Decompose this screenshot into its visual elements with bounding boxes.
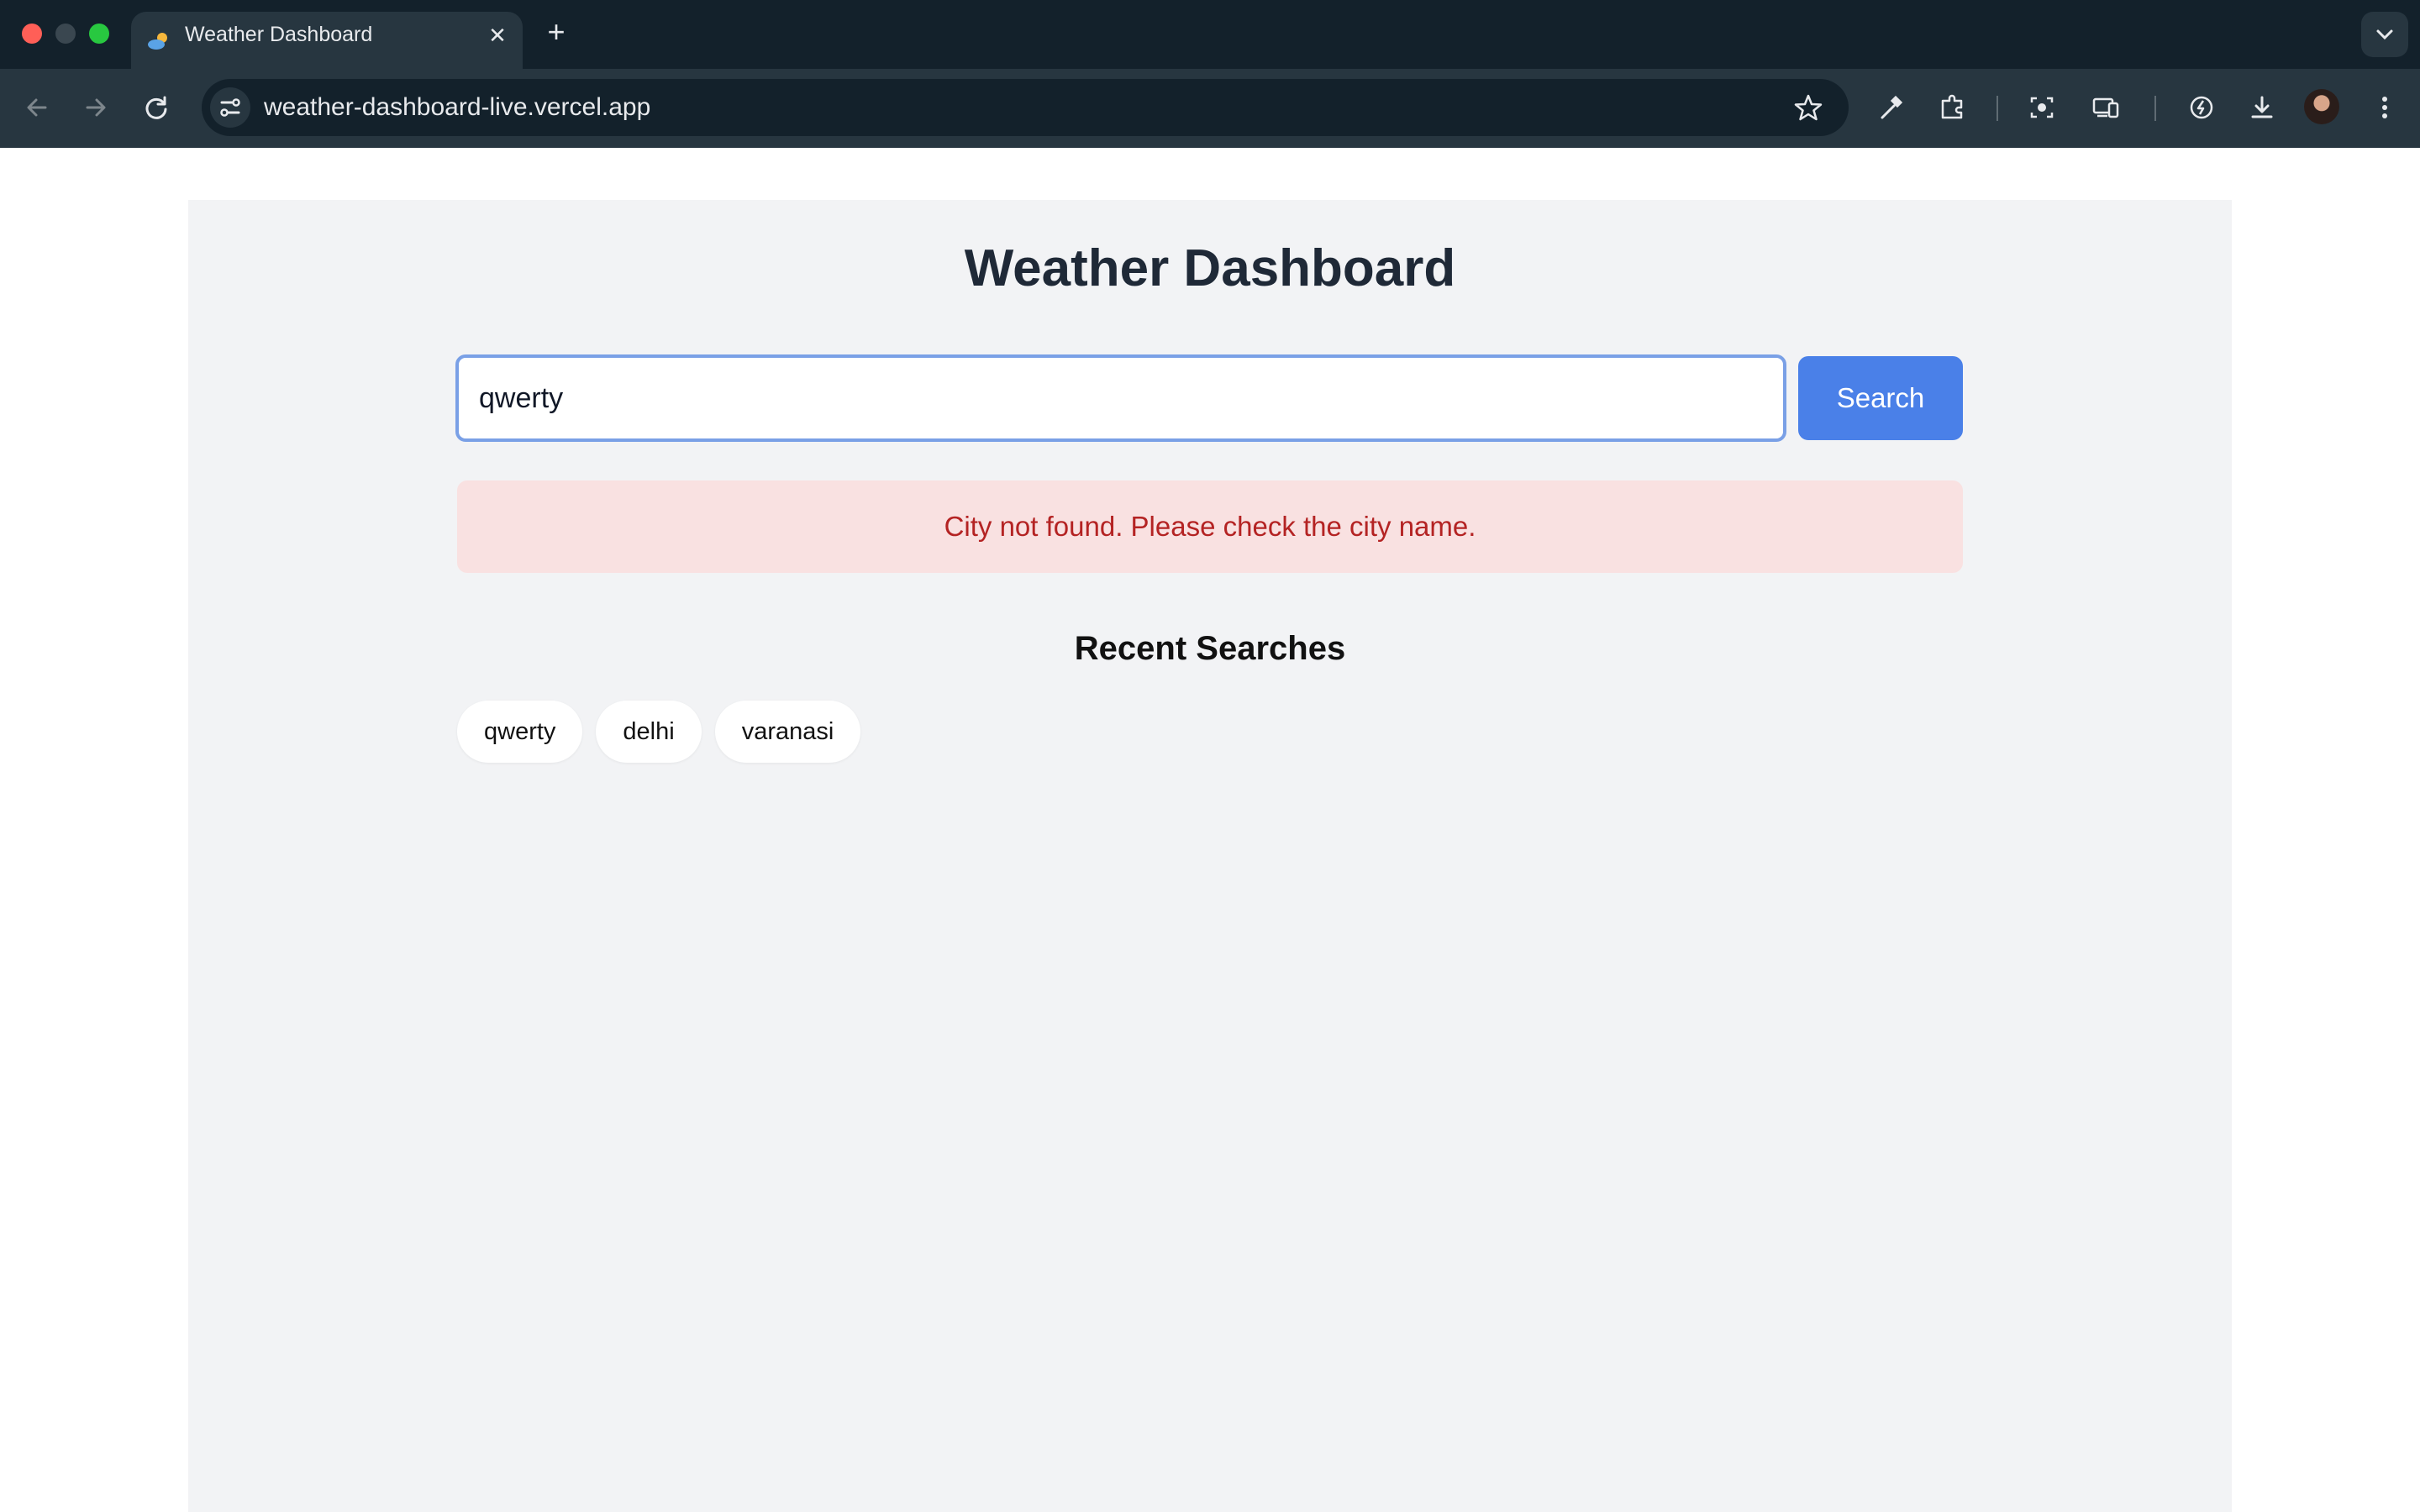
eyedropper-icon[interactable] bbox=[1872, 89, 1909, 126]
site-info-button[interactable] bbox=[210, 87, 250, 128]
weather-favicon-icon bbox=[148, 33, 167, 50]
maximize-window-button[interactable] bbox=[89, 24, 109, 44]
back-arrow-icon[interactable] bbox=[18, 89, 55, 126]
recent-search-chip[interactable]: qwerty bbox=[457, 701, 583, 763]
recent-search-chip[interactable]: delhi bbox=[596, 701, 702, 763]
browser-toolbar: weather-dashboard-live.vercel.app bbox=[0, 69, 2420, 148]
address-bar[interactable]: weather-dashboard-live.vercel.app bbox=[202, 79, 1849, 136]
download-icon[interactable] bbox=[2244, 89, 2281, 126]
extensions-icon[interactable] bbox=[1934, 89, 1971, 126]
screenshot-icon[interactable] bbox=[2023, 89, 2060, 126]
error-message: City not found. Please check the city na… bbox=[457, 480, 1963, 573]
browser-tab[interactable]: Weather Dashboard ✕ bbox=[131, 12, 523, 69]
toolbar-divider bbox=[1996, 96, 1998, 121]
recent-searches-title: Recent Searches bbox=[1074, 630, 1346, 667]
weather-app: Weather Dashboard Search City not found.… bbox=[188, 200, 2232, 1512]
recent-search-chip[interactable]: varanasi bbox=[714, 701, 861, 763]
bookmark-star-icon[interactable] bbox=[1793, 92, 1823, 123]
forward-arrow-icon[interactable] bbox=[77, 89, 114, 126]
city-search-input[interactable] bbox=[455, 354, 1786, 442]
tab-search-button[interactable] bbox=[2361, 12, 2408, 57]
browser-tabstrip: Weather Dashboard ✕ + bbox=[0, 0, 2420, 69]
close-window-button[interactable] bbox=[22, 24, 42, 44]
reload-icon[interactable] bbox=[138, 89, 175, 126]
tab-close-icon[interactable]: ✕ bbox=[484, 22, 511, 49]
url-text[interactable]: weather-dashboard-live.vercel.app bbox=[264, 79, 650, 136]
page-title: Weather Dashboard bbox=[964, 239, 1456, 297]
devices-icon[interactable] bbox=[2087, 89, 2124, 126]
chevron-down-icon bbox=[2376, 29, 2393, 40]
new-tab-button[interactable]: + bbox=[539, 15, 573, 49]
performance-icon[interactable] bbox=[2183, 89, 2220, 126]
tune-icon bbox=[220, 98, 240, 117]
tab-title: Weather Dashboard bbox=[185, 23, 373, 46]
search-button[interactable]: Search bbox=[1798, 356, 1963, 440]
more-options-icon[interactable] bbox=[2366, 89, 2403, 126]
minimize-window-button[interactable] bbox=[55, 24, 76, 44]
toolbar-divider bbox=[2154, 96, 2156, 121]
profile-avatar[interactable] bbox=[2304, 89, 2339, 124]
recent-searches-list: qwerty delhi varanasi bbox=[457, 701, 861, 763]
